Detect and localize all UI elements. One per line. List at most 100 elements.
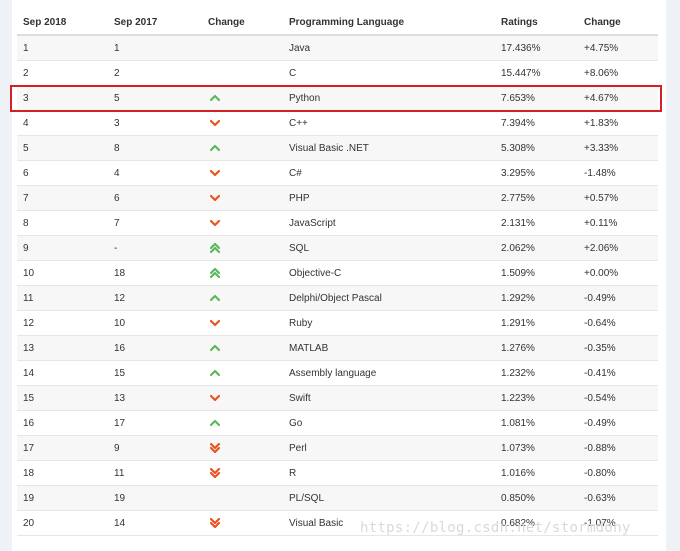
table-row[interactable]: 13 16 MATLAB 1.276% -0.35% (17, 335, 658, 361)
rating-change: -0.41% (578, 360, 658, 386)
double-chevron-down-icon (210, 468, 220, 478)
rank-previous: 10 (108, 310, 202, 336)
language-name: PL/SQL (283, 485, 495, 511)
rank-previous: 15 (108, 360, 202, 386)
table-row[interactable]: 7 6 PHP 2.775% +0.57% (17, 185, 658, 211)
chevron-down-icon (210, 319, 220, 327)
rating-value: 1.232% (495, 360, 578, 386)
table-row[interactable]: 8 7 JavaScript 2.131% +0.11% (17, 210, 658, 236)
chevron-down-icon (210, 169, 220, 177)
language-name: R (283, 460, 495, 486)
chevron-down-icon (210, 119, 220, 127)
header-sep-2018[interactable]: Sep 2018 (17, 10, 108, 36)
change-icon-cell (202, 210, 283, 236)
rating-value: 17.436% (495, 35, 578, 61)
table-row[interactable]: 1 1 Java 17.436% +4.75% (17, 35, 658, 61)
rank-current: 10 (17, 260, 108, 286)
rating-value: 2.131% (495, 210, 578, 236)
rating-value: 5.308% (495, 135, 578, 161)
chevron-up-icon (210, 419, 220, 427)
change-icon-cell (202, 385, 283, 411)
rank-previous: 18 (108, 260, 202, 286)
language-name: Assembly language (283, 360, 495, 386)
change-icon-cell (202, 160, 283, 186)
table-row[interactable]: 9- SQL 2.062% +2.06% (17, 235, 658, 261)
change-icon-cell (202, 485, 283, 511)
chevron-up-icon (210, 294, 220, 302)
change-icon-cell (202, 135, 283, 161)
language-name: MATLAB (283, 335, 495, 361)
rating-change: -0.35% (578, 335, 658, 361)
table-row[interactable]: 11 12 Delphi/Object Pascal 1.292% -0.49% (17, 285, 658, 311)
header-programming-language[interactable]: Programming Language (283, 10, 495, 36)
rating-value: 3.295% (495, 160, 578, 186)
rank-current: 17 (17, 435, 108, 461)
rank-previous: 9 (108, 435, 202, 461)
table-row[interactable]: 3 5 Python 7.653% +4.67% (17, 85, 658, 111)
rank-previous: - (108, 235, 202, 261)
rank-previous: 2 (108, 60, 202, 86)
rank-current: 18 (17, 460, 108, 486)
rank-previous: 16 (108, 335, 202, 361)
change-icon-cell (202, 235, 283, 261)
rank-previous: 14 (108, 510, 202, 536)
language-name: Go (283, 410, 495, 436)
change-icon-cell (202, 85, 283, 111)
language-name: C# (283, 160, 495, 186)
rank-current: 8 (17, 210, 108, 236)
rank-previous: 6 (108, 185, 202, 211)
rank-current: 14 (17, 360, 108, 386)
change-icon-cell (202, 410, 283, 436)
header-sep-2017[interactable]: Sep 2017 (108, 10, 202, 36)
table-row[interactable]: 19 19 PL/SQL 0.850% -0.63% (17, 485, 658, 511)
chevron-up-icon (210, 344, 220, 352)
rating-value: 7.653% (495, 85, 578, 111)
chevron-down-icon (210, 219, 220, 227)
rating-value: 1.291% (495, 310, 578, 336)
ranking-panel: Sep 2018 Sep 2017 Change Programming Lan… (12, 0, 666, 551)
change-icon-cell (202, 60, 283, 86)
rank-previous: 1 (108, 35, 202, 61)
rank-current: 12 (17, 310, 108, 336)
table-row[interactable]: 12 10 Ruby 1.291% -0.64% (17, 310, 658, 336)
rank-previous: 7 (108, 210, 202, 236)
change-icon-cell (202, 260, 283, 286)
rank-current: 3 (17, 85, 108, 111)
rank-current: 16 (17, 410, 108, 436)
rating-value: 1.223% (495, 385, 578, 411)
table-row[interactable]: 14 15 Assembly language 1.232% -0.41% (17, 360, 658, 386)
header-rating-change[interactable]: Change (578, 10, 658, 36)
table-row[interactable]: 5 8 Visual Basic .NET 5.308% +3.33% (17, 135, 658, 161)
rank-current: 15 (17, 385, 108, 411)
rating-change: +4.67% (578, 85, 658, 111)
rank-previous: 12 (108, 285, 202, 311)
table-row[interactable]: 4 3 C++ 7.394% +1.83% (17, 110, 658, 136)
table-row[interactable]: 6 4 C# 3.295% -1.48% (17, 160, 658, 186)
table-row[interactable]: 16 17 Go 1.081% -0.49% (17, 410, 658, 436)
change-icon-cell (202, 435, 283, 461)
rank-previous: 17 (108, 410, 202, 436)
language-name: Delphi/Object Pascal (283, 285, 495, 311)
change-icon-cell (202, 335, 283, 361)
change-icon-cell (202, 110, 283, 136)
rating-change: -1.48% (578, 160, 658, 186)
header-change[interactable]: Change (202, 10, 283, 36)
rating-value: 2.775% (495, 185, 578, 211)
rating-change: +3.33% (578, 135, 658, 161)
table-row[interactable]: 17 9 Perl 1.073% -0.88% (17, 435, 658, 461)
table-body: 1 1 Java 17.436% +4.75% 2 2 C 15.447% +8.06% 3 5 Pyt… (17, 35, 658, 536)
table-row[interactable]: 18 11 R 1.016% -0.80% (17, 460, 658, 486)
table-row[interactable]: 10 18 Objective-C 1.509% +0.00% (17, 260, 658, 286)
header-ratings[interactable]: Ratings (495, 10, 578, 36)
chevron-down-icon (210, 394, 220, 402)
rating-change: -0.54% (578, 385, 658, 411)
double-chevron-up-icon (210, 243, 220, 253)
table-header-row: Sep 2018 Sep 2017 Change Programming Lan… (17, 10, 658, 36)
table-row[interactable]: 2 2 C 15.447% +8.06% (17, 60, 658, 86)
rank-current: 7 (17, 185, 108, 211)
rank-current: 19 (17, 485, 108, 511)
rating-change: -0.49% (578, 410, 658, 436)
double-chevron-up-icon (210, 268, 220, 278)
language-name: C++ (283, 110, 495, 136)
table-row[interactable]: 15 13 Swift 1.223% -0.54% (17, 385, 658, 411)
